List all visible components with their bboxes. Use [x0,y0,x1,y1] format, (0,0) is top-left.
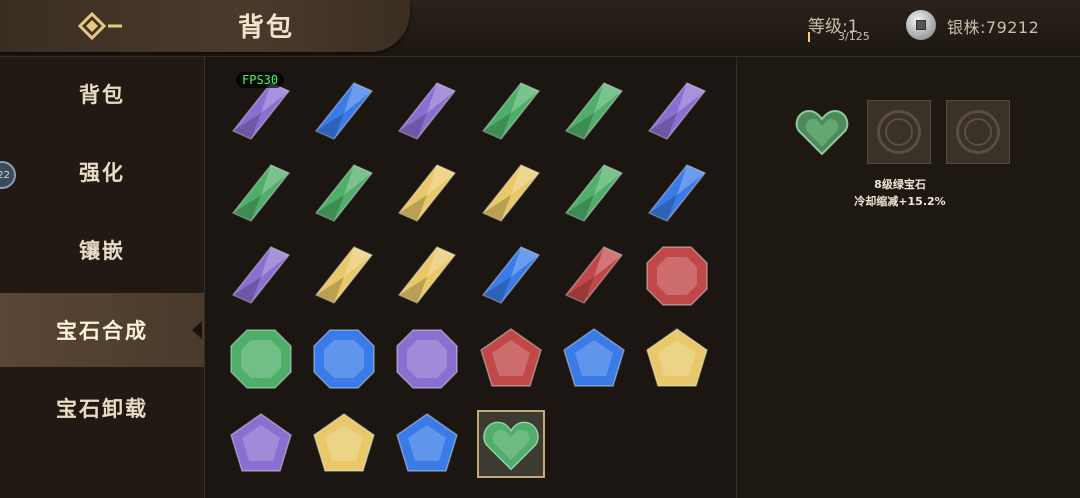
gem-slot[interactable] [560,325,628,393]
purple-diamond-gem-icon [397,82,457,140]
gem-slot[interactable] [643,78,711,146]
gem-effect: 冷却缩减+15.2% [854,195,946,208]
purple-diamond-gem-icon [231,246,291,304]
gem-slot[interactable] [227,325,295,393]
gem-slot[interactable] [227,78,295,146]
green-diamond-gem-icon [481,82,541,140]
blue-pentagon-gem-icon [396,413,458,472]
blue-diamond-gem-icon [647,164,707,222]
blue-octagon-gem-icon [313,329,375,389]
gem-slot[interactable] [477,78,545,146]
yellow-diamond-gem-icon [397,246,457,304]
purple-diamond-gem-icon [231,82,291,140]
sidebar-item-gem-synthesis[interactable]: 宝石合成 [0,293,204,367]
material-slot-2[interactable] [946,100,1010,164]
gem-slot[interactable] [560,242,628,310]
gem-slot[interactable] [227,160,295,228]
xp-bar [808,32,810,42]
gem-slot[interactable] [227,242,295,310]
fps-counter: FPS30 [236,72,285,88]
gem-slot[interactable] [310,325,378,393]
back-arrow-icon [78,11,122,41]
yellow-diamond-gem-icon [397,164,457,222]
sidebar-item-inlay[interactable]: 镶嵌 [0,213,204,287]
red-diamond-gem-icon [564,246,624,304]
green-diamond-gem-icon [231,164,291,222]
green-diamond-gem-icon [564,164,624,222]
sidebar-item-enhance[interactable]: 强化 [0,135,204,209]
gem-slot[interactable] [560,160,628,228]
red-octagon-gem-icon [646,246,708,306]
gem-slot[interactable] [310,242,378,310]
sidebar-item-gem-unload[interactable]: 宝石卸载 [0,371,204,445]
silver-coin-icon [906,10,936,40]
gem-slot[interactable] [393,78,461,146]
yellow-pentagon-gem-icon [646,328,708,387]
gem-slot[interactable] [310,78,378,146]
sidebar: 背包 强化 镶嵌 宝石合成 宝石卸载 [0,57,205,498]
gem-name: 8级绿宝石 [874,178,926,191]
empty-slot-icon [956,110,1000,154]
gem-slot[interactable] [477,325,545,393]
gem-slot[interactable] [393,410,461,478]
yellow-pentagon-gem-icon [313,413,375,472]
page-title: 背包 [238,13,295,43]
silver-amount: 银株:79212 [947,18,1040,37]
title-plate [0,0,410,52]
purple-pentagon-gem-icon [230,413,292,472]
green-heart-gem-icon [483,421,539,471]
green-diamond-gem-icon [314,164,374,222]
red-pentagon-gem-icon [480,328,542,387]
xp-value: 3/125 [838,30,870,43]
blue-diamond-gem-icon [314,82,374,140]
gem-slot[interactable] [393,325,461,393]
gem-slot[interactable] [643,160,711,228]
green-diamond-gem-icon [564,82,624,140]
blue-diamond-gem-icon [481,246,541,304]
gem-slot[interactable] [393,242,461,310]
purple-octagon-gem-icon [396,329,458,389]
sidebar-item-bag[interactable]: 背包 [0,57,204,131]
blue-pentagon-gem-icon [563,328,625,387]
gem-slot[interactable] [560,78,628,146]
gem-slot[interactable] [310,160,378,228]
heart-gem-icon [795,109,849,156]
gem-slot[interactable] [477,410,545,478]
material-slot-1[interactable] [867,100,931,164]
gem-slot[interactable] [643,325,711,393]
gem-slot[interactable] [643,242,711,310]
gem-slot[interactable] [477,160,545,228]
gem-slot[interactable] [393,160,461,228]
yellow-diamond-gem-icon [314,246,374,304]
back-button[interactable] [72,8,132,44]
gem-slot[interactable] [227,410,295,478]
top-bar: 背包 等级:1 3/125 银株:79212 [0,0,1080,57]
purple-diamond-gem-icon [647,82,707,140]
selected-gem-slot[interactable] [790,100,854,164]
gem-slot[interactable] [477,242,545,310]
empty-slot-icon [877,110,921,154]
gem-slot[interactable] [310,410,378,478]
yellow-diamond-gem-icon [481,164,541,222]
green-octagon-gem-icon [230,329,292,389]
